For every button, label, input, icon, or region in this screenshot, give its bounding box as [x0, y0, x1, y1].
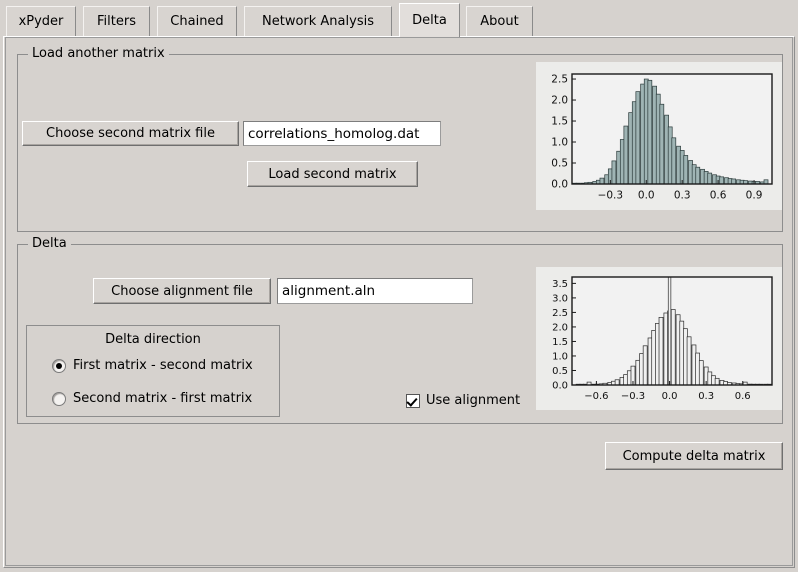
- use-alignment-checkbox[interactable]: Use alignment: [406, 393, 520, 408]
- svg-text:2.5: 2.5: [551, 73, 568, 85]
- svg-text:0.0: 0.0: [551, 178, 568, 190]
- svg-text:0.3: 0.3: [698, 391, 714, 402]
- radio-label: First matrix - second matrix: [73, 358, 253, 373]
- svg-text:0.0: 0.0: [638, 190, 655, 202]
- checkbox-indicator[interactable]: [406, 393, 420, 408]
- tab-label: Chained: [170, 14, 224, 29]
- svg-text:2.0: 2.0: [551, 94, 568, 106]
- tab-label: Delta: [412, 13, 447, 28]
- tab-label: Network Analysis: [262, 14, 374, 29]
- svg-text:1.5: 1.5: [551, 115, 568, 127]
- choose-alignment-file-button[interactable]: Choose alignment file: [93, 278, 271, 304]
- choose-second-matrix-file-button[interactable]: Choose second matrix file: [22, 121, 239, 146]
- radio-indicator[interactable]: [52, 391, 66, 406]
- svg-text:1.0: 1.0: [552, 351, 568, 362]
- button-label: Choose alignment file: [111, 283, 253, 299]
- svg-text:0.6: 0.6: [710, 190, 727, 202]
- radio-second-minus-first[interactable]: Second matrix - first matrix: [52, 391, 252, 406]
- svg-text:−0.3: −0.3: [621, 391, 645, 402]
- svg-text:−0.3: −0.3: [598, 190, 624, 202]
- compute-delta-matrix-button[interactable]: Compute delta matrix: [605, 442, 783, 470]
- panel-inner: Load another matrix Choose second matrix…: [5, 37, 793, 566]
- tab-chained[interactable]: Chained: [157, 6, 237, 36]
- field-value: alignment.aln: [282, 283, 376, 299]
- tab-network-analysis[interactable]: Network Analysis: [244, 6, 392, 36]
- svg-text:1.0: 1.0: [551, 136, 568, 148]
- tab-about[interactable]: About: [466, 6, 533, 36]
- button-label: Load second matrix: [268, 166, 397, 182]
- tab-label: xPyder: [18, 14, 64, 29]
- button-label: Choose second matrix file: [46, 126, 215, 141]
- delta-matrix-histogram-plot: 0.0 0.5 1.0 1.5 2.0 2.5 3.0 3.5 −0.6 −0.3 0.0 0.3 0.…: [536, 267, 782, 410]
- svg-text:0.9: 0.9: [746, 190, 763, 202]
- tab-filters[interactable]: Filters: [83, 6, 150, 36]
- delta-group: Delta Choose alignment file alignment.al…: [17, 236, 783, 424]
- tab-label: About: [480, 14, 519, 29]
- load-another-matrix-legend: Load another matrix: [28, 46, 169, 61]
- checkbox-label: Use alignment: [426, 393, 521, 408]
- load-another-matrix-group: Load another matrix Choose second matrix…: [17, 46, 783, 232]
- tab-bar: xPyder Filters Chained Network Analysis …: [0, 0, 798, 37]
- button-label: Compute delta matrix: [622, 448, 766, 464]
- load-second-matrix-button[interactable]: Load second matrix: [247, 161, 418, 187]
- svg-text:−0.6: −0.6: [584, 391, 608, 402]
- tab-xpyder[interactable]: xPyder: [6, 6, 76, 36]
- radio-first-minus-second[interactable]: First matrix - second matrix: [52, 358, 253, 373]
- svg-text:0.5: 0.5: [551, 157, 568, 169]
- svg-text:2.0: 2.0: [552, 322, 568, 333]
- svg-text:1.5: 1.5: [552, 337, 568, 348]
- svg-text:0.0: 0.0: [552, 380, 568, 391]
- svg-text:0.3: 0.3: [674, 190, 691, 202]
- radio-label: Second matrix - first matrix: [73, 391, 253, 406]
- svg-text:3.0: 3.0: [552, 293, 568, 304]
- svg-text:0.0: 0.0: [662, 391, 678, 402]
- delta-tab-panel: Load another matrix Choose second matrix…: [3, 36, 795, 568]
- delta-direction-frame: Delta direction First matrix - second ma…: [26, 325, 280, 417]
- second-matrix-file-field[interactable]: correlations_homolog.dat: [243, 121, 441, 146]
- field-value: correlations_homolog.dat: [248, 125, 420, 142]
- delta-matrix-histogram-svg: 0.0 0.5 1.0 1.5 2.0 2.5 3.0 3.5 −0.6 −0.3 0.0 0.3 0.…: [536, 267, 782, 410]
- second-matrix-histogram-plot: 0.0 0.5 1.0 1.5 2.0 2.5 −0.3 0.0 0.3 0.6 0.9: [536, 62, 782, 210]
- svg-text:2.5: 2.5: [552, 308, 568, 319]
- radio-indicator[interactable]: [52, 358, 66, 373]
- svg-text:0.6: 0.6: [735, 391, 751, 402]
- delta-direction-title: Delta direction: [105, 332, 201, 347]
- application-window: xPyder Filters Chained Network Analysis …: [0, 0, 798, 572]
- svg-text:0.5: 0.5: [552, 366, 568, 377]
- svg-text:3.5: 3.5: [552, 279, 568, 290]
- tab-delta[interactable]: Delta: [399, 3, 460, 37]
- tab-label: Filters: [97, 14, 136, 29]
- delta-group-legend: Delta: [28, 236, 71, 251]
- alignment-file-field[interactable]: alignment.aln: [277, 278, 473, 304]
- second-matrix-histogram-svg: 0.0 0.5 1.0 1.5 2.0 2.5 −0.3 0.0 0.3 0.6 0.9: [536, 62, 782, 210]
